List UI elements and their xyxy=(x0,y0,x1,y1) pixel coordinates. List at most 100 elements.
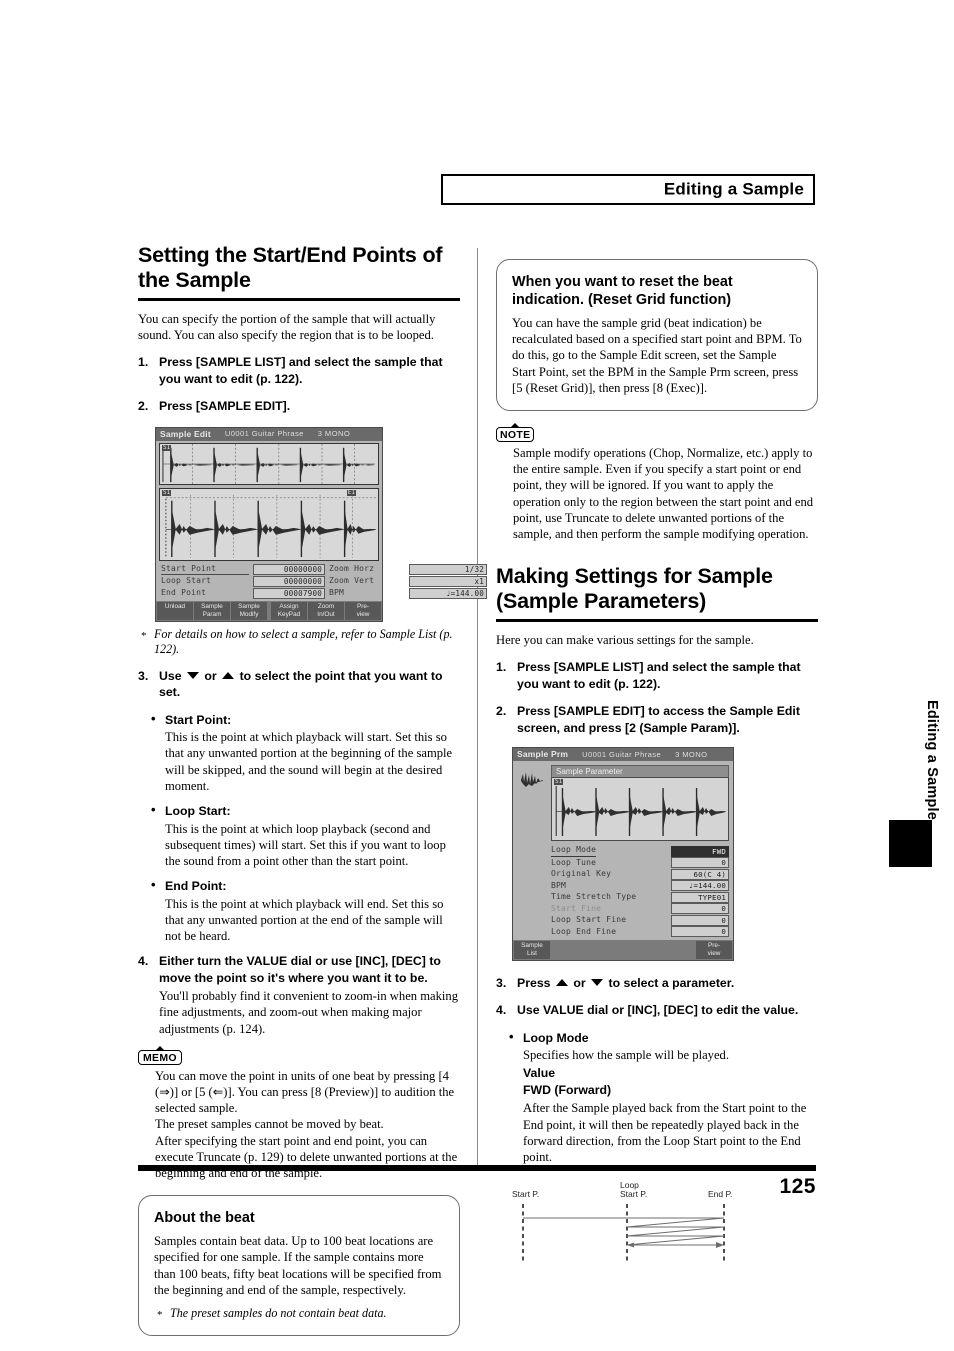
right-column: When you want to reset the beat indicati… xyxy=(496,243,818,1271)
prm-value-original-key[interactable]: 60(C 4) xyxy=(671,868,729,880)
left-step-3-text-middle: or xyxy=(204,668,217,683)
note-block: NOTE Sample modify operations (Chop, Nor… xyxy=(496,423,818,542)
prm-value-time-stretch-type[interactable]: TYPE01 xyxy=(671,891,729,903)
left-step-2-number: 2. xyxy=(138,399,149,414)
lcd-sample-prm-body: Sample Parameter S1 Loop Mode FWD Loop T… xyxy=(513,761,733,940)
prm-value-loop-tune[interactable]: 0 xyxy=(671,857,729,869)
prm-label-loop-tune: Loop Tune xyxy=(551,857,597,867)
prm-row-start-fine[interactable]: Start Fine 0 xyxy=(551,903,729,915)
softkey-sample-param[interactable]: Sample Param xyxy=(194,601,230,620)
reset-grid-title: When you want to reset the beat indicati… xyxy=(512,274,733,308)
bullet-end-point-label: End Point: xyxy=(165,879,227,894)
softkey-prm-preview[interactable]: Pre- view xyxy=(696,940,732,959)
right-step-3-text-after: to select a parameter. xyxy=(608,975,735,990)
bullet-loop-start: Loop Start: xyxy=(148,802,460,820)
softkey-prm-empty xyxy=(551,940,695,959)
lcd-sample-edit: Sample Edit U0001 Guitar Phrase 3 MONO S… xyxy=(155,426,487,622)
note-icon: NOTE xyxy=(496,423,535,443)
left-step-3: 3. Use or to select the point that you w… xyxy=(138,668,460,701)
left-column: Setting the Start/End Points of the Samp… xyxy=(138,243,487,1350)
left-step-1-number: 1. xyxy=(138,355,149,370)
param-value-zoom-horz[interactable]: 1/32 xyxy=(409,563,487,575)
param-value-zoom-vert[interactable]: x1 xyxy=(409,575,487,587)
sample-parameter-rows: Loop Mode FWD Loop Tune 0 Original Key 6… xyxy=(551,845,729,938)
lcd-detail-waveform: S1 E1 xyxy=(159,487,379,561)
lcd-sample-edit-titlebar: Sample Edit U0001 Guitar Phrase 3 MONO xyxy=(156,427,382,441)
svg-text:End P.: End P. xyxy=(708,1189,732,1199)
sample-parameter-panel-title: Sample Parameter xyxy=(551,765,729,778)
prm-row-loop-mode[interactable]: Loop Mode FWD xyxy=(551,845,729,857)
right-step-4: 4. Use VALUE dial or [INC], [DEC] to edi… xyxy=(496,1002,818,1019)
right-step-2-number: 2. xyxy=(496,704,507,719)
right-section-rule xyxy=(496,619,818,623)
running-header-box: Editing a Sample xyxy=(441,174,815,205)
prm-value-loop-end-fine[interactable]: 0 xyxy=(671,926,729,938)
right-step-4-number: 4. xyxy=(496,1003,507,1018)
prm-row-loop-start-fine[interactable]: Loop Start Fine 0 xyxy=(551,914,729,926)
softkey-empty xyxy=(268,601,270,620)
right-step-4-text: Use VALUE dial or [INC], [DEC] to edit t… xyxy=(517,1003,799,1018)
softkey-preview[interactable]: Pre- view xyxy=(345,601,381,620)
param-label-zoom-vert: Zoom Vert xyxy=(329,575,375,585)
memo-block: MEMO You can move the point in units of … xyxy=(138,1045,460,1181)
memo-paragraph-1: You can move the point in units of one b… xyxy=(155,1068,455,1116)
about-the-beat-title: About the beat xyxy=(154,1210,255,1227)
prm-value-start-fine[interactable]: 0 xyxy=(671,903,729,915)
param-label-end-point: End Point xyxy=(161,587,207,597)
prm-row-original-key[interactable]: Original Key 60(C 4) xyxy=(551,868,729,880)
sample-parameter-waveform-svg xyxy=(555,786,726,837)
param-value-loop-start[interactable]: 00000000 xyxy=(253,575,325,587)
right-step-1-text: Press [SAMPLE LIST] and select the sampl… xyxy=(517,660,801,691)
param-value-start-point[interactable]: 00000000 xyxy=(253,563,325,575)
lcd-sample-prm-titlebar: Sample Prm U0001 Guitar Phrase 3 MONO xyxy=(513,748,733,762)
memo-paragraph-2: The preset samples cannot be moved by be… xyxy=(155,1117,384,1132)
left-section-rule xyxy=(138,298,460,301)
prm-label-start-fine: Start Fine xyxy=(551,903,602,913)
loop-mode-diagram-svg: Start P. Loop Start P. End P. xyxy=(512,1180,732,1264)
down-arrow-icon-right xyxy=(591,978,604,986)
prm-row-loop-tune[interactable]: Loop Tune 0 xyxy=(551,857,729,869)
manual-page: Editing a Sample Setting the Start/End P… xyxy=(0,0,954,1351)
reset-grid-body: You can have the sample grid (beat indic… xyxy=(512,316,802,395)
thumb-tab-block xyxy=(889,820,932,867)
right-section-title: Making Settings for Sample (Sample Param… xyxy=(496,564,773,614)
waveform-thumbnail-svg xyxy=(521,772,543,788)
detail-start-marker-label: S1 xyxy=(162,488,172,496)
softkey-sample-list[interactable]: Sample List xyxy=(514,940,550,959)
up-arrow-icon-right xyxy=(555,978,568,986)
about-the-beat-footnote: The preset samples do not contain beat d… xyxy=(157,1306,444,1323)
bullet-loop-mode: Loop Mode xyxy=(506,1029,818,1047)
left-step-3-text-before: Use xyxy=(159,668,182,683)
param-label-zoom-horz: Zoom Horz xyxy=(329,563,375,573)
softkey-unload[interactable]: Unload xyxy=(157,601,193,620)
softkey-zoom-in-out[interactable]: Zoom In/Out xyxy=(308,601,344,620)
svg-text:Start P.: Start P. xyxy=(620,1189,647,1199)
left-step-4-body: You'll probably find it convenient to zo… xyxy=(159,989,459,1036)
prm-value-loop-start-fine[interactable]: 0 xyxy=(671,914,729,926)
prm-waveform-marker-label: S1 xyxy=(554,778,564,786)
lcd-overview-waveform: S1 xyxy=(159,442,379,485)
prm-row-time-stretch-type[interactable]: Time Stretch Type TYPE01 xyxy=(551,891,729,903)
param-value-end-point[interactable]: 00007900 xyxy=(253,587,325,599)
left-step-2-text: Press [SAMPLE EDIT]. xyxy=(159,399,291,414)
prm-value-bpm[interactable]: ♩=144.00 xyxy=(671,880,729,892)
page-number: 125 xyxy=(779,1175,816,1198)
overview-waveform-svg xyxy=(162,443,376,484)
prm-row-loop-end-fine[interactable]: Loop End Fine 0 xyxy=(551,926,729,938)
lcd-sample-edit-sample-mode: 3 MONO xyxy=(317,429,351,439)
left-step-4-text: Either turn the VALUE dial or use [INC],… xyxy=(159,954,441,985)
prm-label-loop-start-fine: Loop Start Fine xyxy=(551,915,627,925)
prm-value-loop-mode[interactable]: FWD xyxy=(671,845,729,857)
bullet-start-point: Start Point: xyxy=(148,711,460,729)
bullet-end-point-text: This is the point at which playback will… xyxy=(165,896,444,944)
left-section-title: Setting the Start/End Points of the Samp… xyxy=(138,243,443,292)
prm-label-bpm: BPM xyxy=(551,880,567,890)
right-step-3: 3. Press or to select a parameter. xyxy=(496,975,818,992)
softkey-sample-modify[interactable]: Sample Modify xyxy=(231,601,267,620)
bullet-start-point-text: This is the point at which playback will… xyxy=(165,730,453,793)
param-label-bpm: BPM xyxy=(329,587,345,597)
loop-mode-description: Specifies how the sample will be played. xyxy=(523,1048,729,1063)
prm-row-bpm[interactable]: BPM ♩=144.00 xyxy=(551,880,729,892)
softkey-assign-keypad[interactable]: Assign KeyPad xyxy=(271,601,307,620)
param-value-bpm[interactable]: ♩=144.00 xyxy=(409,587,487,599)
